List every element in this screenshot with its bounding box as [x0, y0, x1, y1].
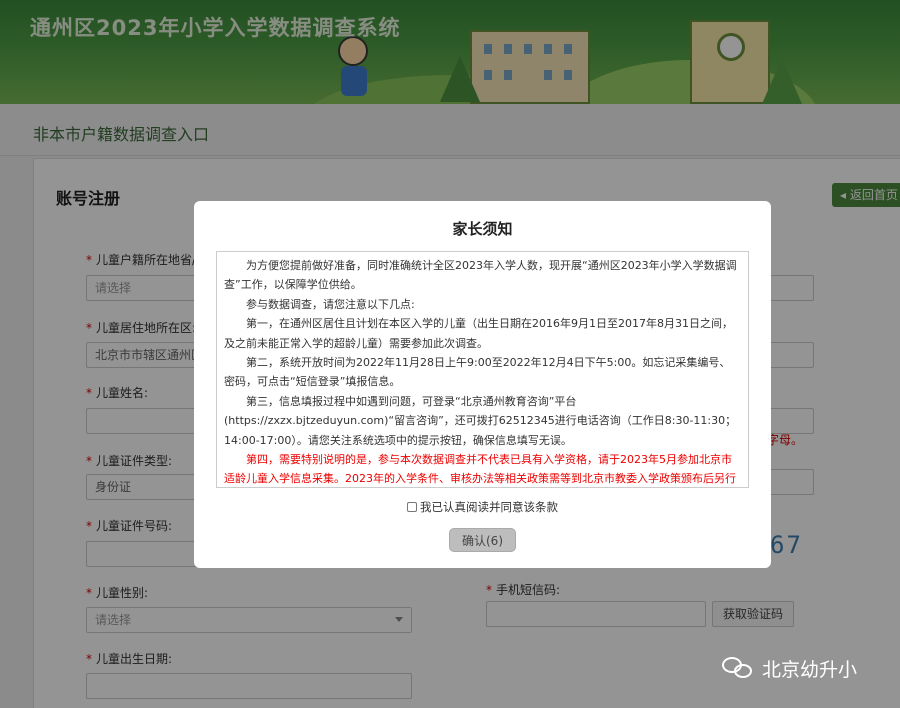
notice-paragraph: 第一，在通州区居住且计划在本区入学的儿童（出生日期在2016年9月1日至2017…	[224, 317, 733, 350]
modal-title: 家长须知	[452, 220, 513, 238]
notice-paragraph: 为方便您提前做好准备，同时准确统计全区2023年入学人数，现开展“通州区2023…	[224, 259, 737, 292]
wechat-icon	[722, 655, 754, 681]
watermark-text: 北京幼升小	[762, 658, 858, 681]
notice-paragraph: 第二，系统开放时间为2022年11月28日上午9:00至2022年12月4日下午…	[224, 356, 731, 389]
agree-label[interactable]: 我已认真阅读并同意该条款	[420, 500, 558, 514]
notice-paragraph: 参与数据调查，请您注意以下几点:	[246, 297, 415, 311]
watermark: 北京幼升小	[722, 653, 857, 683]
agree-row: 我已认真阅读并同意该条款	[194, 499, 771, 515]
notice-text-box[interactable]: 为方便您提前做好准备，同时准确统计全区2023年入学人数，现开展“通州区2023…	[216, 251, 749, 488]
parent-notice-modal: 家长须知 为方便您提前做好准备，同时准确统计全区2023年入学人数，现开展“通州…	[194, 201, 771, 568]
agree-checkbox[interactable]	[407, 502, 417, 512]
notice-paragraph: 第三，信息填报过程中如遇到问题，可登录“北京通州教育咨询”平台(https://…	[224, 394, 737, 447]
confirm-button[interactable]: 确认(6)	[449, 528, 516, 552]
notice-important-paragraph: 第四，需要特别说明的是，参与本次数据调查并不代表已具有入学资格，请于2023年5…	[224, 453, 736, 486]
